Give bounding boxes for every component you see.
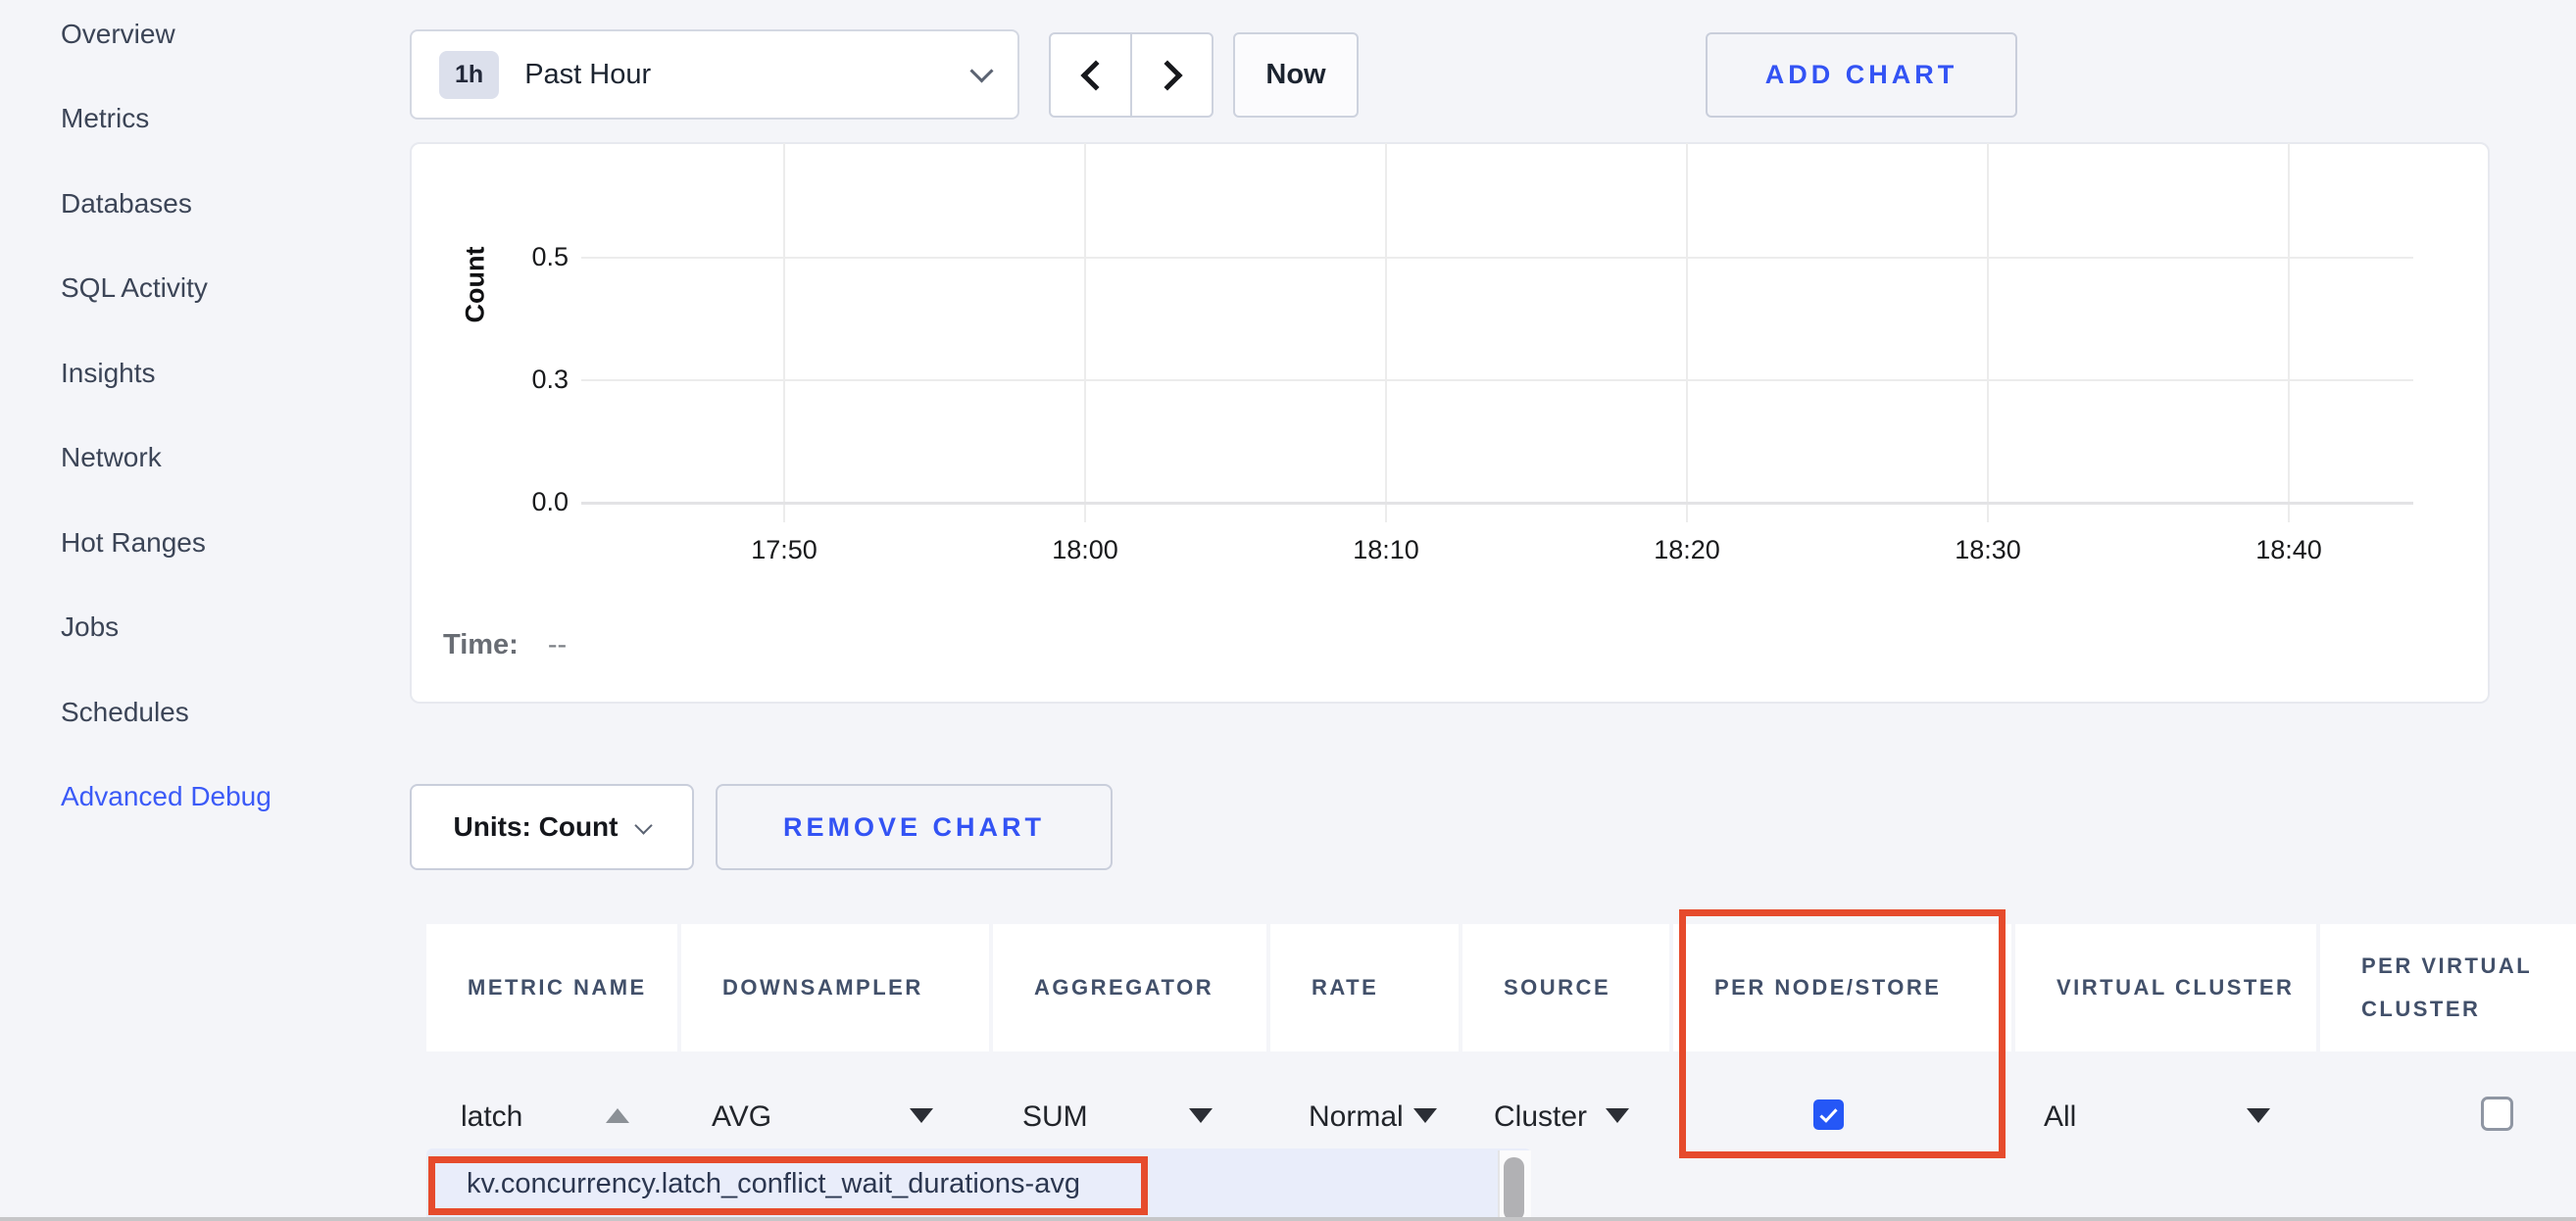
aggregator-select[interactable]: SUM (1022, 1096, 1088, 1139)
column-header-aggregator: AGGREGATOR (993, 924, 1266, 1051)
time-value: -- (548, 629, 567, 661)
chart-card (410, 142, 2490, 704)
gridline-vertical (1987, 143, 1989, 522)
sidebar-item-hot-ranges[interactable]: Hot Ranges (61, 527, 206, 562)
per-node-store-checkbox[interactable] (1813, 1099, 1844, 1130)
rate-select[interactable]: Normal (1309, 1096, 1404, 1139)
chevron-down-icon (635, 816, 653, 834)
units-dropdown[interactable]: Units: Count (410, 784, 694, 870)
virtual-cluster-select[interactable]: All (2044, 1096, 2076, 1139)
column-header-downsampler: DOWNSAMPLER (681, 924, 989, 1051)
chevron-down-icon (969, 59, 993, 82)
chevron-right-icon (1152, 60, 1182, 90)
time-nav-buttons (1049, 32, 1214, 118)
sidebar-item-advanced-debug[interactable]: Advanced Debug (61, 781, 272, 816)
sidebar-item-metrics[interactable]: Metrics (61, 103, 149, 138)
sidebar-item-overview[interactable]: Overview (61, 19, 175, 54)
time-label: Time: (443, 629, 519, 661)
column-header-virtual-cluster: VIRTUAL CLUSTER (2015, 924, 2316, 1051)
x-tick-label: 17:50 (725, 535, 843, 565)
sidebar-item-sql-activity[interactable]: SQL Activity (61, 272, 208, 308)
source-select[interactable]: Cluster (1494, 1096, 1587, 1139)
sidebar-item-databases[interactable]: Databases (61, 188, 192, 223)
chevron-down-icon[interactable] (1189, 1108, 1213, 1123)
gridline-horizontal (581, 257, 2413, 259)
column-header-per-node-store: PER NODE/STORE (1673, 924, 2011, 1051)
chevron-down-icon[interactable] (1413, 1108, 1437, 1123)
x-tick-label: 18:20 (1628, 535, 1746, 565)
gridline-vertical (1385, 143, 1387, 522)
gridline-horizontal-zero (581, 502, 2413, 505)
per-virtual-cluster-checkbox[interactable] (2481, 1097, 2513, 1131)
downsampler-select[interactable]: AVG (712, 1096, 771, 1139)
metric-name-input[interactable]: latch (461, 1096, 522, 1139)
scrollbar-thumb[interactable] (1504, 1157, 1524, 1221)
chevron-left-icon (1080, 60, 1111, 90)
remove-chart-button[interactable]: REMOVE CHART (716, 784, 1113, 870)
gridline-vertical (783, 143, 785, 522)
y-tick-label: 0.0 (480, 487, 569, 517)
gridline-vertical (1084, 143, 1086, 522)
units-dropdown-label: Units: Count (454, 811, 619, 843)
column-header-metric-name: METRIC NAME (426, 924, 677, 1051)
metric-suggestion-item[interactable]: kv.concurrency.latch_conflict_wait_durat… (467, 1168, 1080, 1200)
chevron-down-icon[interactable] (910, 1108, 933, 1123)
y-tick-label: 0.5 (480, 242, 569, 272)
sidebar-item-network[interactable]: Network (61, 442, 162, 477)
sidebar-item-jobs[interactable]: Jobs (61, 611, 119, 647)
previous-time-button[interactable] (1049, 32, 1131, 118)
chevron-down-icon[interactable] (2247, 1108, 2270, 1123)
x-tick-label: 18:40 (2230, 535, 2348, 565)
gridline-horizontal (581, 379, 2413, 381)
gridline-vertical (1686, 143, 1688, 522)
chevron-down-icon[interactable] (1606, 1108, 1629, 1123)
time-range-selector[interactable]: 1h Past Hour (410, 29, 1019, 120)
chart-time-readout: Time: -- (443, 629, 567, 661)
sidebar-item-insights[interactable]: Insights (61, 358, 156, 393)
time-range-badge: 1h (439, 51, 499, 99)
x-tick-label: 18:30 (1929, 535, 2047, 565)
add-chart-button[interactable]: ADD CHART (1706, 32, 2017, 118)
time-range-label: Past Hour (524, 59, 973, 91)
next-time-button[interactable] (1131, 32, 1214, 118)
column-header-source: SOURCE (1462, 924, 1669, 1051)
chevron-up-icon[interactable] (606, 1108, 629, 1123)
x-tick-label: 18:10 (1327, 535, 1445, 565)
column-header-per-virtual-cluster: PER VIRTUAL CLUSTER (2320, 924, 2576, 1051)
now-button[interactable]: Now (1233, 32, 1359, 118)
y-tick-label: 0.3 (480, 365, 569, 395)
checkmark-icon (1819, 1104, 1837, 1123)
column-header-rate: RATE (1270, 924, 1459, 1051)
sidebar-item-schedules[interactable]: Schedules (61, 697, 189, 732)
gridline-vertical (2288, 143, 2290, 522)
window-bottom-edge (0, 1217, 2576, 1221)
x-tick-label: 18:00 (1026, 535, 1144, 565)
